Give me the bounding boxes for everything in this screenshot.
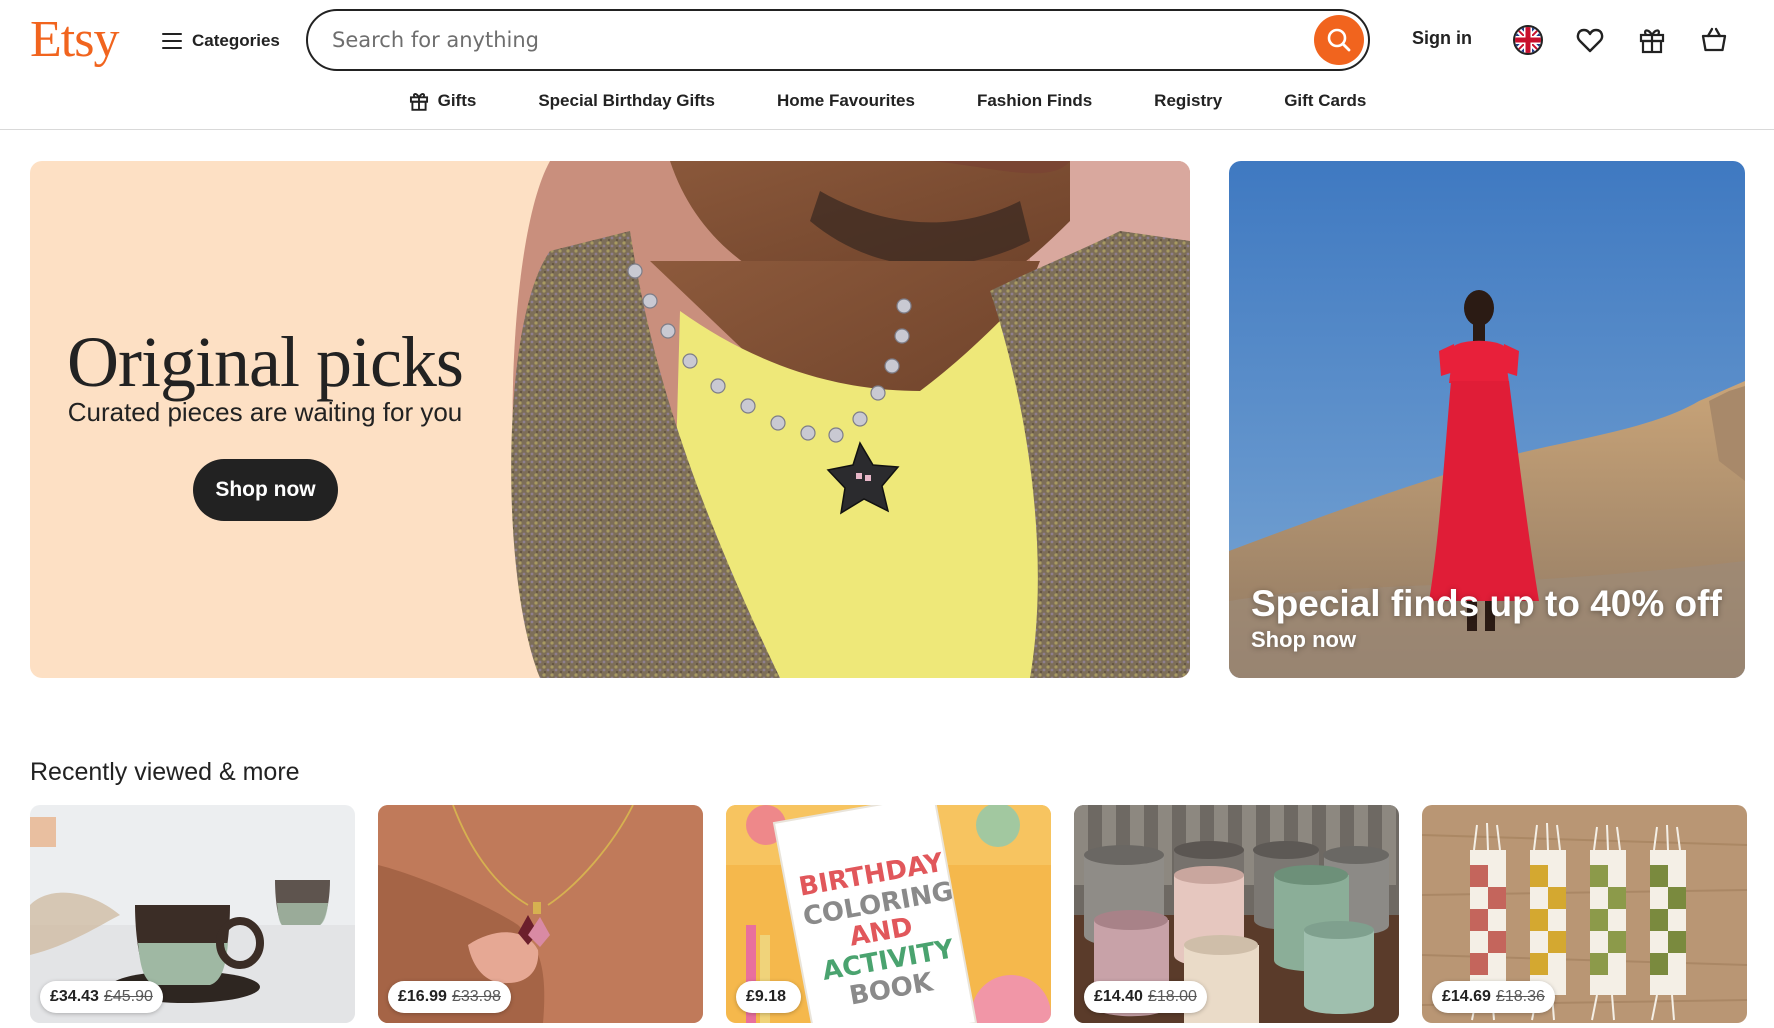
categories-menu-button[interactable]: Categories — [162, 26, 280, 56]
nav-item-registry[interactable]: Registry — [1123, 84, 1253, 118]
categories-label: Categories — [192, 31, 280, 50]
promo-banner[interactable]: Special finds up to 40% off Shop now — [1229, 161, 1745, 678]
recently-viewed-list: £34.43 £45.90 £16.99 £33.98 BIRTHDAY COL… — [30, 805, 1747, 1023]
promo-shop-now-link[interactable]: Shop now — [1251, 627, 1356, 653]
hero-title: Original picks — [67, 322, 464, 402]
hero-shop-now-button[interactable]: Shop now — [193, 459, 338, 521]
original-price: £33.98 — [451, 988, 501, 1005]
nav-item-gifts[interactable]: Gifts — [377, 84, 508, 118]
search-icon — [1327, 28, 1351, 52]
site-header: Etsy Categories Sign in — [0, 0, 1774, 130]
nav-item-label: Gifts — [437, 91, 477, 110]
price-tag: £9.18 — [736, 981, 802, 1013]
nav-item-home-favourites[interactable]: Home Favourites — [746, 84, 946, 118]
price-tag: £16.99 £33.98 — [388, 981, 511, 1013]
main-navigation: Gifts Special Birthday Gifts Home Favour… — [0, 84, 1774, 118]
sale-price: £16.99 — [398, 988, 447, 1005]
search-bar — [306, 9, 1370, 71]
sale-price: £9.18 — [746, 988, 787, 1005]
sale-price: £14.69 — [1442, 988, 1491, 1005]
nav-item-fashion-finds[interactable]: Fashion Finds — [946, 84, 1123, 118]
hamburger-menu-icon — [162, 33, 182, 49]
search-button[interactable] — [1314, 15, 1364, 65]
hero-subtitle: Curated pieces are waiting for you — [67, 397, 463, 427]
price-tag: £14.69 £18.36 — [1432, 981, 1555, 1013]
sign-in-link[interactable]: Sign in — [1412, 28, 1472, 49]
gift-mode-button[interactable] — [1634, 22, 1670, 58]
price-tag: £34.43 £45.90 — [40, 981, 163, 1013]
product-card-concrete-pots[interactable]: £14.40 £18.00 — [1074, 805, 1399, 1023]
promo-title: Special finds up to 40% off — [1251, 583, 1722, 624]
original-price: £18.36 — [1495, 988, 1545, 1005]
sale-price: £34.43 — [50, 988, 99, 1005]
product-card-birthday-coloring-book[interactable]: BIRTHDAY COLORING AND ACTIVITY BOOK £9.1… — [726, 805, 1051, 1023]
nav-item-gift-cards[interactable]: Gift Cards — [1253, 84, 1397, 118]
original-price: £18.00 — [1147, 988, 1197, 1005]
gift-icon — [1639, 29, 1665, 54]
gift-icon — [409, 93, 428, 111]
etsy-logo[interactable]: Etsy — [30, 10, 119, 70]
sale-price: £14.40 — [1094, 988, 1143, 1005]
nav-item-special-birthday-gifts[interactable]: Special Birthday Gifts — [507, 84, 746, 118]
original-price: £45.90 — [103, 988, 153, 1005]
region-button[interactable] — [1510, 22, 1546, 58]
product-card-birthstone-necklace[interactable]: £16.99 £33.98 — [378, 805, 703, 1023]
recently-viewed-title: Recently viewed & more — [30, 758, 300, 786]
uk-flag-icon — [1513, 25, 1543, 55]
product-card-espresso-cup[interactable]: £34.43 £45.90 — [30, 805, 355, 1023]
search-input[interactable] — [332, 28, 1314, 52]
product-card-woven-bookmarks[interactable]: £14.69 £18.36 — [1422, 805, 1747, 1023]
basket-icon — [1701, 27, 1727, 52]
favorites-button[interactable] — [1572, 22, 1608, 58]
heart-icon — [1576, 28, 1604, 53]
price-tag: £14.40 £18.00 — [1084, 981, 1207, 1013]
cart-button[interactable] — [1696, 22, 1732, 58]
hero-banner[interactable]: Original picks Curated pieces are waitin… — [30, 161, 1190, 678]
